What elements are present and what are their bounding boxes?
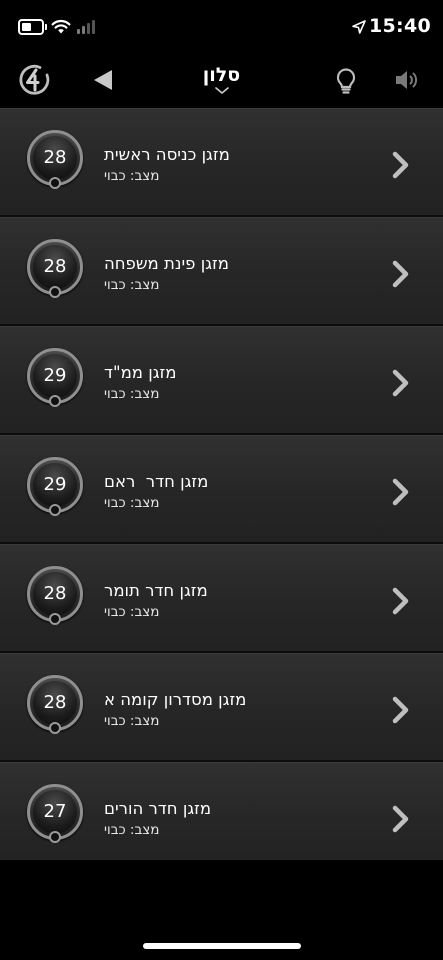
dial-knob-icon <box>49 504 61 516</box>
device-name: מזגן פינת משפחה <box>104 254 229 273</box>
status-time: 15:40 <box>369 15 431 37</box>
device-status: מצב: כבוי <box>104 495 160 511</box>
device-row[interactable]: 29 מזגן חדר ראם מצב: כבוי <box>0 435 443 544</box>
dial-knob-icon <box>49 613 61 625</box>
device-name: מזגן כניסה ראשית <box>104 145 230 164</box>
device-list: 28 מזגן כניסה ראשית מצב: כבוי 28 מזגן פי… <box>0 108 443 860</box>
temperature-dial: 29 <box>27 348 83 407</box>
chevron-right-icon[interactable] <box>390 696 412 724</box>
temperature-value: 29 <box>43 474 67 495</box>
temperature-dial: 28 <box>27 675 83 734</box>
device-row[interactable]: 28 מזגן חדר תומר מצב: כבוי <box>0 544 443 653</box>
page-title: סלון <box>202 64 241 86</box>
temperature-value: 28 <box>43 692 67 713</box>
home-indicator[interactable] <box>143 943 301 949</box>
device-row[interactable]: 27 מזגן חדר הורים מצב: כבוי <box>0 762 443 860</box>
cellular-signal-icon <box>77 19 99 34</box>
device-status: מצב: כבוי <box>104 386 160 402</box>
temperature-value: 28 <box>43 147 67 168</box>
status-bar: 15:40 <box>0 0 443 56</box>
device-status: מצב: כבוי <box>104 604 160 620</box>
device-name: מזגן חדר הורים <box>104 799 212 818</box>
device-row[interactable]: 28 מזגן כניסה ראשית מצב: כבוי <box>0 108 443 217</box>
device-row[interactable]: 28 מזגן פינת משפחה מצב: כבוי <box>0 217 443 326</box>
temperature-value: 28 <box>43 256 67 277</box>
chevron-right-icon[interactable] <box>390 369 412 397</box>
chevron-down-icon <box>214 87 229 95</box>
temperature-value: 29 <box>43 365 67 386</box>
location-arrow-icon <box>352 20 366 34</box>
device-status: מצב: כבוי <box>104 277 160 293</box>
device-name: מזגן חדר ראם <box>104 472 209 491</box>
device-status: מצב: כבוי <box>104 822 160 838</box>
temperature-value: 27 <box>43 801 67 822</box>
temperature-dial: 28 <box>27 130 83 189</box>
navigation-bar: סלון <box>0 56 443 108</box>
dial-knob-icon <box>49 286 61 298</box>
temperature-dial: 28 <box>27 566 83 625</box>
battery-icon <box>18 19 47 35</box>
dial-knob-icon <box>49 831 61 843</box>
back-triangle-icon[interactable] <box>92 68 114 92</box>
device-name: מזגן מסדרון קומה א <box>104 690 247 709</box>
temperature-dial: 27 <box>27 784 83 843</box>
temperature-value: 28 <box>43 583 67 604</box>
chevron-right-icon[interactable] <box>390 260 412 288</box>
device-status: מצב: כבוי <box>104 713 160 729</box>
chevron-right-icon[interactable] <box>390 805 412 833</box>
temperature-dial: 29 <box>27 457 83 516</box>
app-screen: 15:40 סלון 28 מזגן כניסה ראשית מצב: כבוי… <box>0 0 443 960</box>
speaker-icon[interactable] <box>394 68 422 92</box>
wifi-icon <box>51 19 71 34</box>
dial-knob-icon <box>49 177 61 189</box>
chevron-right-icon[interactable] <box>390 478 412 506</box>
chevron-right-icon[interactable] <box>390 151 412 179</box>
room-selector[interactable]: סלון <box>171 64 272 95</box>
device-row[interactable]: 28 מזגן מסדרון קומה א מצב: כבוי <box>0 653 443 762</box>
lightbulb-icon[interactable] <box>334 67 358 95</box>
dial-knob-icon <box>49 722 61 734</box>
device-row[interactable]: 29 מזגן ממ"ד מצב: כבוי <box>0 326 443 435</box>
power-logo-icon[interactable] <box>16 62 52 98</box>
temperature-dial: 28 <box>27 239 83 298</box>
device-status: מצב: כבוי <box>104 168 160 184</box>
device-name: מזגן ממ"ד <box>104 363 177 382</box>
chevron-right-icon[interactable] <box>390 587 412 615</box>
device-name: מזגן חדר תומר <box>104 581 208 600</box>
dial-knob-icon <box>49 395 61 407</box>
